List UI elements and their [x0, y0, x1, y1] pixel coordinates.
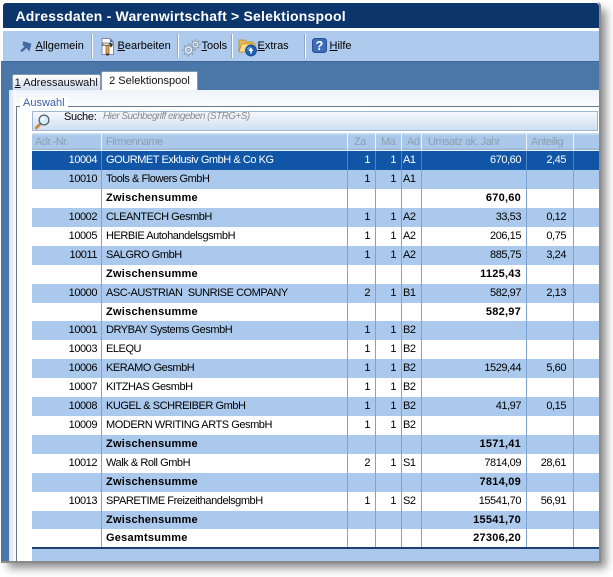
svg-text:?: ?	[316, 39, 324, 53]
